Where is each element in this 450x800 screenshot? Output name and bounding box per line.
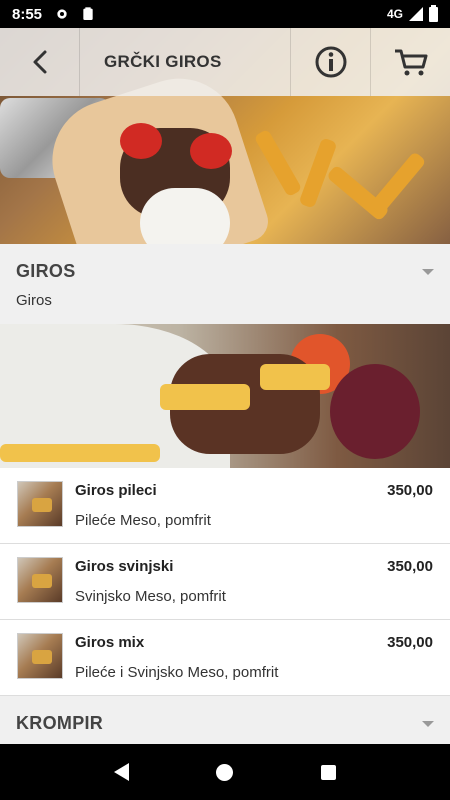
hero-tomato <box>120 123 162 159</box>
clipboard-icon <box>83 7 93 20</box>
banner-onion <box>330 364 420 459</box>
banner-fry <box>160 384 250 410</box>
hero-fry <box>369 151 427 215</box>
category-title: GIROS <box>16 261 76 281</box>
hero-sauce <box>140 188 230 244</box>
category-title: KROMPIR <box>16 713 104 733</box>
item-name: Giros pileci <box>75 482 157 499</box>
category-description: Giros <box>16 292 52 309</box>
category-giros[interactable]: GIROS Giros <box>0 244 450 324</box>
banner-fry <box>260 364 330 390</box>
item-price: 350,00 <box>387 558 433 575</box>
item-thumbnail <box>17 557 63 603</box>
nav-home-icon[interactable] <box>216 763 234 781</box>
item-name: Giros mix <box>75 634 145 651</box>
gear-icon <box>57 9 67 19</box>
signal-icon <box>409 7 423 21</box>
chevron-down-icon <box>422 721 434 727</box>
menu-item[interactable]: Giros svinjski Svinjsko Meso, pomfrit 35… <box>0 544 450 620</box>
status-time: 8:55 <box>12 5 43 23</box>
hero-fry <box>253 128 303 198</box>
banner-fry <box>0 444 160 462</box>
back-arrow-icon <box>33 50 46 74</box>
item-thumbnail <box>17 633 63 679</box>
app-bar: GRČKI GIROS <box>0 28 450 96</box>
category-krompir[interactable]: KROMPIR <box>0 696 450 744</box>
chevron-down-icon <box>422 269 434 275</box>
category-banner-image <box>0 324 450 468</box>
menu-item[interactable]: Giros mix Pileće i Svinjsko Meso, pomfri… <box>0 620 450 696</box>
nav-recent-icon[interactable] <box>321 764 337 780</box>
item-price: 350,00 <box>387 634 433 651</box>
info-button[interactable] <box>290 28 370 96</box>
back-button[interactable] <box>0 28 80 96</box>
item-description: Pileće i Svinjsko Meso, pomfrit <box>75 664 279 681</box>
page-title: GRČKI GIROS <box>104 52 222 71</box>
item-thumbnail <box>17 481 63 527</box>
cart-icon <box>394 49 427 76</box>
cart-button[interactable] <box>370 28 450 96</box>
system-nav-bar <box>0 744 450 800</box>
battery-icon <box>429 4 438 22</box>
hero-tomato <box>190 133 232 169</box>
item-description: Svinjsko Meso, pomfrit <box>75 588 226 605</box>
item-price: 350,00 <box>387 482 433 499</box>
item-name: Giros svinjski <box>75 558 174 575</box>
info-icon <box>315 46 346 78</box>
status-bar: 8:55 4G <box>0 0 450 28</box>
menu-item[interactable]: Giros pileci Pileće Meso, pomfrit 350,00 <box>0 468 450 544</box>
network-label: 4G <box>386 7 403 21</box>
item-description: Pileće Meso, pomfrit <box>75 512 211 529</box>
nav-back-icon[interactable] <box>113 763 129 781</box>
